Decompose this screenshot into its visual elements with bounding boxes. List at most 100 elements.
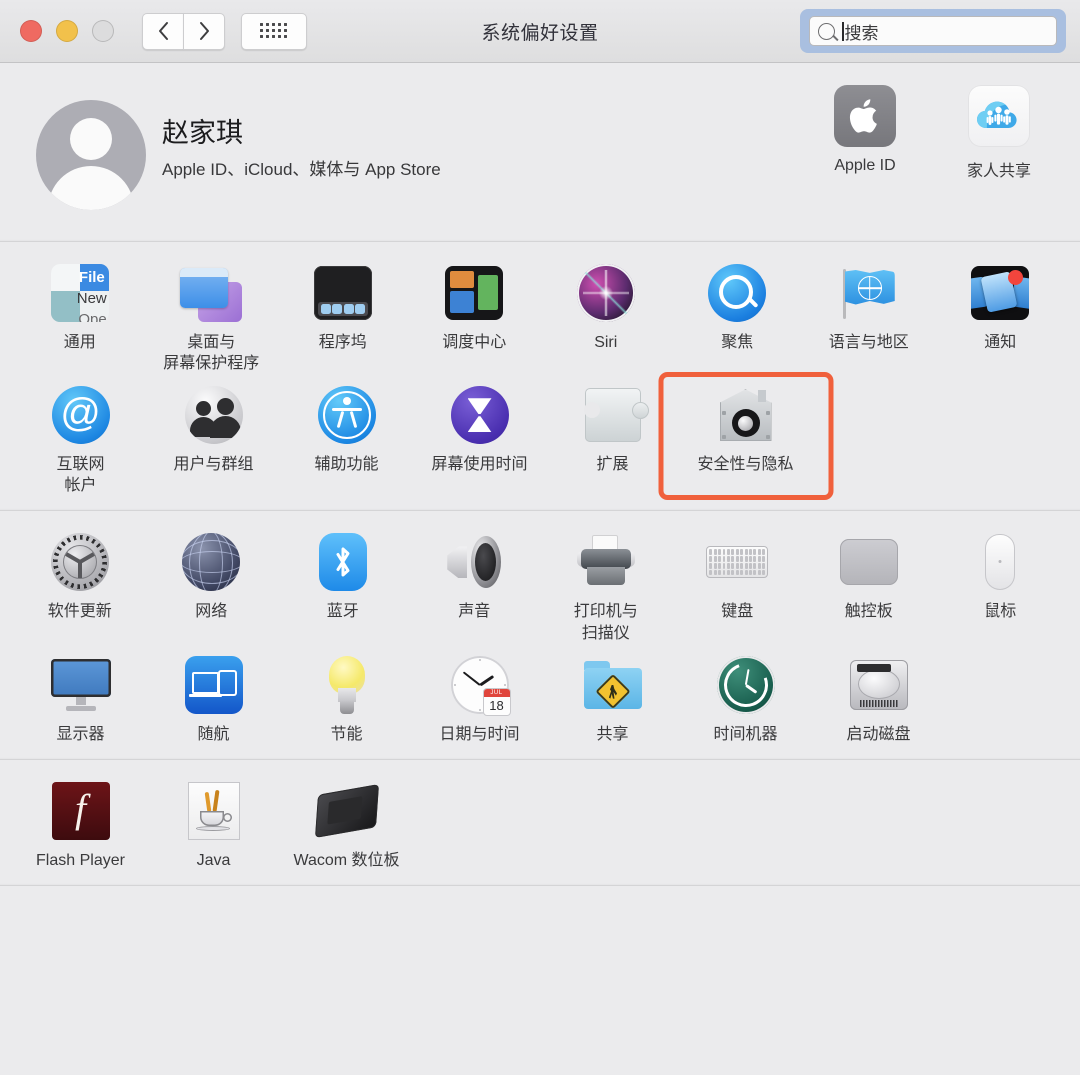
pref-item-sharing[interactable]: 共享 bbox=[546, 648, 679, 749]
pref-label: 通知 bbox=[984, 334, 1017, 351]
forward-button[interactable] bbox=[183, 12, 225, 50]
account-shortcuts: Apple ID 家人共享 bbox=[798, 85, 1066, 181]
pref-label: 触控板 bbox=[844, 603, 893, 621]
pref-item-spotlight[interactable]: 聚焦 bbox=[672, 256, 804, 378]
energy-saver-icon bbox=[316, 654, 378, 716]
general-icon-line2: New bbox=[76, 290, 107, 307]
pref-label: 软件更新 bbox=[47, 603, 112, 621]
trackpad-icon bbox=[838, 531, 900, 593]
pref-label: 程序坞 bbox=[318, 334, 367, 351]
pref-item-displays[interactable]: 显示器 bbox=[14, 648, 147, 749]
date-time-icon: JUL 18 bbox=[449, 654, 511, 716]
pref-item-flash-player[interactable]: f Flash Player bbox=[14, 774, 147, 875]
general-icon-line1: File bbox=[78, 269, 105, 286]
bluetooth-icon bbox=[312, 531, 374, 593]
preferences-row: File New Ope 通用 桌面与 屏幕保护程序 程序坞 调度中心 Siri… bbox=[0, 256, 1080, 378]
pref-item-sound[interactable]: 声音 bbox=[409, 525, 541, 647]
account-name: 赵家琪 bbox=[162, 118, 243, 148]
apple-id-banner[interactable]: 赵家琪 Apple ID、iCloud、媒体与 App Store Apple … bbox=[0, 63, 1080, 242]
sharing-icon bbox=[582, 654, 644, 716]
software-update-icon bbox=[49, 531, 111, 593]
pref-item-bluetooth[interactable]: 蓝牙 bbox=[277, 525, 409, 647]
pref-item-sidecar[interactable]: 随航 bbox=[147, 648, 280, 749]
pref-item-date-time[interactable]: JUL 18 日期与时间 bbox=[413, 648, 546, 749]
pref-label: 聚焦 bbox=[721, 334, 754, 351]
pref-item-siri[interactable]: Siri bbox=[540, 256, 672, 378]
pref-item-startup-disk[interactable]: 启动磁盘 bbox=[812, 648, 945, 749]
apple-logo-icon bbox=[834, 85, 896, 147]
pref-label: Java bbox=[196, 851, 231, 869]
pref-item-printers-scanners[interactable]: 打印机与 扫描仪 bbox=[540, 525, 672, 647]
java-icon bbox=[183, 780, 245, 842]
pref-item-dock[interactable]: 程序坞 bbox=[277, 256, 409, 378]
pref-item-general[interactable]: File New Ope 通用 bbox=[14, 256, 146, 378]
pref-label: 显示器 bbox=[56, 725, 105, 743]
navigation-buttons bbox=[142, 12, 225, 50]
pref-item-family-sharing[interactable]: 家人共享 bbox=[932, 85, 1066, 181]
pref-item-mouse[interactable]: 鼠标 bbox=[935, 525, 1067, 647]
pref-item-wacom-tablet[interactable]: Wacom 数位板 bbox=[280, 774, 413, 875]
pref-item-apple-id[interactable]: Apple ID bbox=[798, 85, 932, 181]
siri-icon bbox=[575, 262, 637, 324]
pref-label: 打印机与 扫描仪 bbox=[573, 603, 638, 642]
account-subtitle: Apple ID、iCloud、媒体与 App Store bbox=[162, 160, 441, 179]
pref-label: Siri bbox=[594, 334, 618, 351]
preferences-section-personal: File New Ope 通用 桌面与 屏幕保护程序 程序坞 调度中心 Siri… bbox=[0, 242, 1080, 512]
pref-item-mission-control[interactable]: 调度中心 bbox=[409, 256, 541, 378]
startup-disk-icon bbox=[848, 654, 910, 716]
pref-item-network[interactable]: 网络 bbox=[146, 525, 278, 647]
show-all-button[interactable] bbox=[241, 12, 307, 50]
pref-item-users-groups[interactable]: 用户与群组 bbox=[147, 378, 280, 500]
notifications-icon bbox=[969, 262, 1031, 324]
sidecar-icon bbox=[183, 654, 245, 716]
calendar-month: JUL bbox=[483, 688, 510, 697]
pref-item-language-region[interactable]: 语言与地区 bbox=[803, 256, 935, 378]
general-icon-line3: Ope bbox=[78, 311, 107, 322]
pref-item-trackpad[interactable]: 触控板 bbox=[803, 525, 935, 647]
apple-glyph bbox=[849, 99, 877, 133]
pref-label: 语言与地区 bbox=[828, 334, 909, 351]
general-icon: File New Ope bbox=[49, 262, 111, 324]
preferences-row: 软件更新 网络 蓝牙 声音 打印机与 扫描仪 键盘 触控板 鼠标 bbox=[0, 525, 1080, 647]
pref-item-accessibility[interactable]: 辅助功能 bbox=[280, 378, 413, 500]
pref-item-keyboard[interactable]: 键盘 bbox=[672, 525, 804, 647]
pref-item-energy-saver[interactable]: 节能 bbox=[280, 648, 413, 749]
pref-item-java[interactable]: Java bbox=[147, 774, 280, 875]
search-field[interactable]: 搜索 bbox=[809, 16, 1057, 46]
mouse-icon bbox=[969, 531, 1031, 593]
pref-label: 日期与时间 bbox=[439, 725, 520, 743]
pref-label: 通用 bbox=[63, 334, 96, 351]
pref-item-internet-accounts[interactable]: @ 互联网 帐户 bbox=[14, 378, 147, 500]
family-sharing-icon bbox=[968, 85, 1030, 147]
search-icon bbox=[818, 22, 835, 40]
pref-item-desktop-screensaver[interactable]: 桌面与 屏幕保护程序 bbox=[146, 256, 278, 378]
pref-item-security-privacy[interactable]: 安全性与隐私 bbox=[679, 378, 812, 500]
avatar[interactable] bbox=[36, 100, 146, 210]
flash-glyph: f bbox=[51, 781, 110, 840]
keyboard-icon bbox=[706, 531, 769, 593]
dock-icon bbox=[312, 262, 374, 324]
mission-control-icon bbox=[443, 262, 505, 324]
pref-item-screen-time[interactable]: 屏幕使用时间 bbox=[413, 378, 546, 500]
pref-item-notifications[interactable]: 通知 bbox=[935, 256, 1067, 378]
minimize-button[interactable] bbox=[56, 20, 78, 42]
zoom-button bbox=[92, 20, 114, 42]
wacom-tablet-icon bbox=[314, 780, 379, 842]
desktop-screensaver-icon bbox=[180, 262, 243, 324]
pref-label: 共享 bbox=[596, 725, 629, 743]
family-cloud-glyph bbox=[977, 101, 1017, 128]
preferences-row: 显示器 随航 节能 JUL 18 日期与时间 共享 时间机器 启动磁盘 bbox=[0, 648, 1080, 749]
pref-item-time-machine[interactable]: 时间机器 bbox=[679, 648, 812, 749]
close-button[interactable] bbox=[20, 20, 42, 42]
back-button[interactable] bbox=[142, 12, 183, 50]
pref-label: 扩展 bbox=[596, 456, 629, 474]
pref-label: 鼠标 bbox=[984, 603, 1017, 621]
avatar-head bbox=[70, 118, 112, 160]
calendar-day: 18 bbox=[489, 697, 504, 713]
pref-label: 桌面与 屏幕保护程序 bbox=[163, 334, 260, 373]
displays-icon bbox=[50, 654, 112, 716]
sound-icon bbox=[443, 531, 505, 593]
pref-item-software-update[interactable]: 软件更新 bbox=[14, 525, 146, 647]
bluetooth-glyph bbox=[336, 547, 350, 577]
window-titlebar: 系统偏好设置 搜索 bbox=[0, 0, 1080, 63]
